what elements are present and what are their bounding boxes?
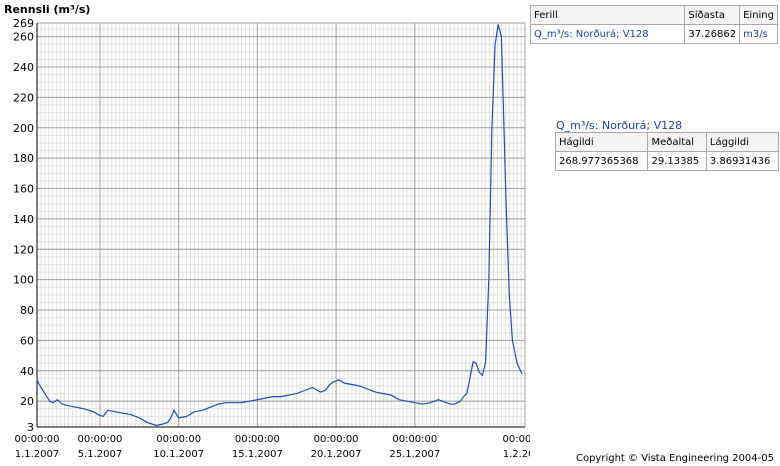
- legend-header-row: Ferill Síðasta Eining: [529, 5, 778, 25]
- y-tick-label: 200: [13, 122, 34, 135]
- stats-header-max: Hágildi: [554, 132, 649, 152]
- copyright-text: Copyright © Vista Engineering 2004-05: [575, 453, 774, 464]
- stats-header-min: Lággildi: [705, 132, 780, 152]
- y-tick-label: 180: [13, 152, 34, 165]
- x-tick-time-label: 00:00:00: [503, 434, 530, 445]
- stats-title: Q_m³/s: Norðurá; V128: [556, 119, 683, 132]
- x-tick-time-label: 00:00:00: [15, 434, 60, 445]
- y-tick-label: 269: [13, 17, 34, 30]
- x-tick-time-label: 00:00:00: [78, 434, 123, 445]
- legend-series-last: 37.26862: [684, 24, 741, 44]
- y-tick-label: 60: [20, 334, 34, 347]
- x-tick-date-label: 20.1.2007: [311, 449, 362, 460]
- legend-series-name[interactable]: Q_m³/s: Norðurá; V128: [529, 24, 686, 44]
- x-tick-date-label: 25.1.2007: [389, 449, 440, 460]
- stats-min-value: 3.86931436: [705, 151, 780, 171]
- stats-mean-value: 29.13385: [647, 151, 707, 171]
- stats-max-value: 268.977365368: [554, 151, 649, 171]
- x-tick-time-label: 00:00:00: [235, 434, 280, 445]
- legend-header-ferill[interactable]: Ferill: [529, 5, 686, 25]
- x-tick-date-label: 5.1.2007: [78, 449, 123, 460]
- y-tick-label: 100: [13, 274, 34, 287]
- stats-table: Hágildi Meðaltal Lággildi 268.977365368 …: [554, 132, 780, 171]
- legend-header-unit[interactable]: Eining: [739, 5, 778, 25]
- x-tick-time-label: 00:00:00: [392, 434, 437, 445]
- x-tick-time-label: 00:00:00: [314, 434, 359, 445]
- x-tick-date-label: 1.2.2007: [503, 449, 530, 460]
- x-tick-date-label: 15.1.2007: [232, 449, 283, 460]
- x-tick-date-label: 10.1.2007: [153, 449, 204, 460]
- y-tick-label: 120: [13, 243, 34, 256]
- legend-table: Ferill Síðasta Eining Q_m³/s: Norðurá; V…: [529, 5, 778, 44]
- stats-values-row: 268.977365368 29.13385 3.86931436: [554, 151, 780, 171]
- y-tick-label: 160: [13, 183, 34, 196]
- chart-area: Rennsli (m³/s) 3 20 40 60 80 100 120 140 160 180 2…: [0, 0, 530, 466]
- y-tick-label: 20: [20, 395, 34, 408]
- y-tick-label: 260: [13, 31, 34, 44]
- x-tick-date-label: 1.1.2007: [15, 449, 60, 460]
- y-tick-label: 220: [13, 91, 34, 104]
- y-tick-label: 140: [13, 213, 34, 226]
- x-tick-time-label: 00:00:00: [156, 434, 201, 445]
- stats-header-mean: Meðaltal: [647, 132, 707, 152]
- y-tick-label: 240: [13, 61, 34, 74]
- stats-header-row: Hágildi Meðaltal Lággildi: [554, 132, 780, 152]
- legend-row[interactable]: Q_m³/s: Norðurá; V128 37.26862 m3/s: [529, 24, 778, 44]
- y-tick-label: 3: [27, 421, 34, 434]
- legend-series-unit: m3/s: [739, 24, 778, 44]
- y-tick-label: 80: [20, 304, 34, 317]
- line-chart[interactable]: 3 20 40 60 80 100 120 140 160 180 200 220 240 260269 0…: [0, 0, 530, 466]
- legend-header-last[interactable]: Síðasta: [684, 5, 741, 25]
- y-tick-label: 40: [20, 365, 34, 378]
